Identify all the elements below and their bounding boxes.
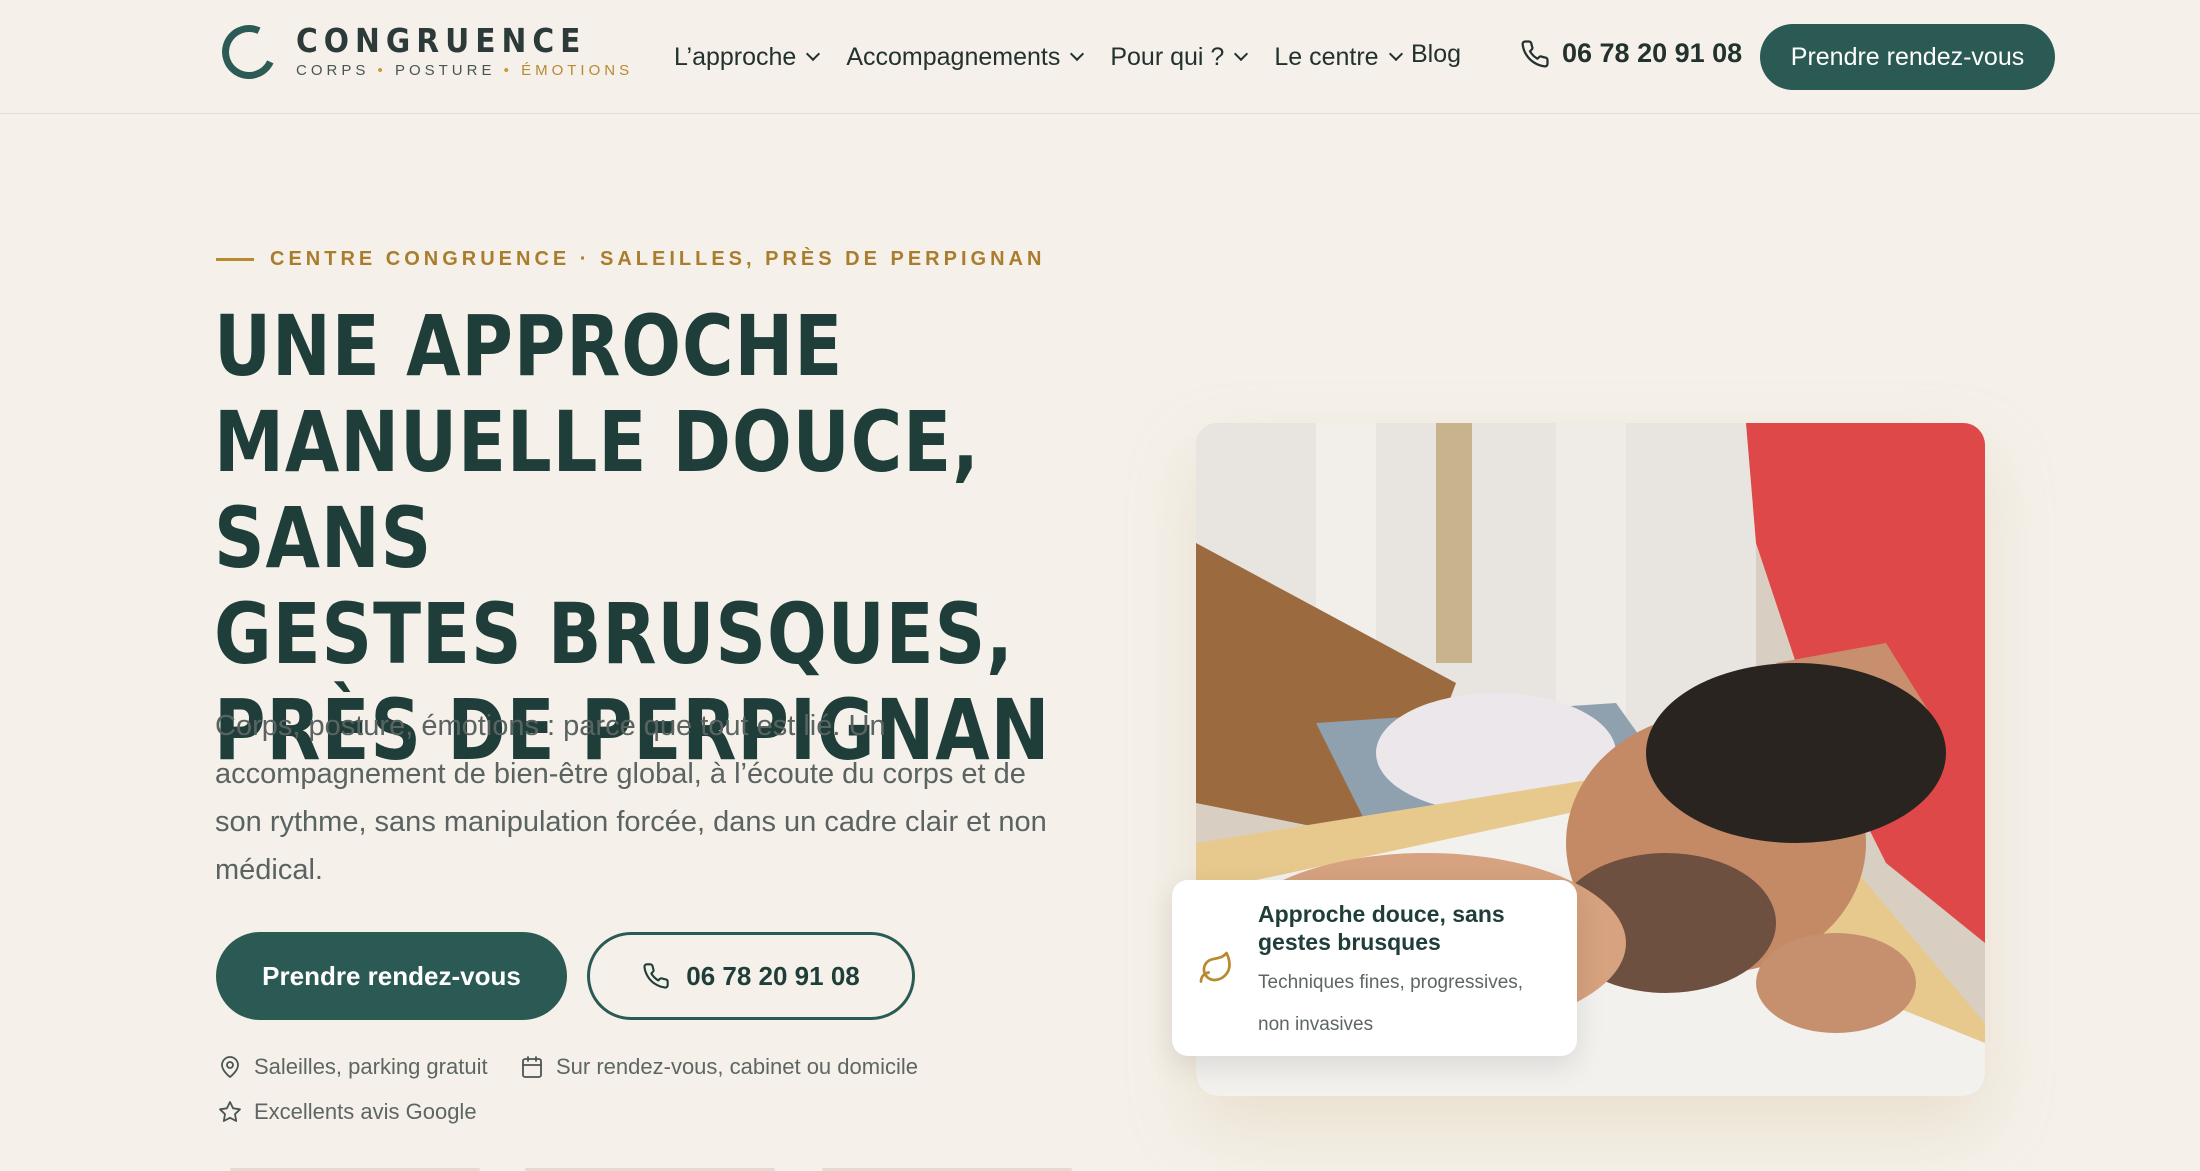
nav-item-accompagnements[interactable]: Accompagnements (846, 42, 1085, 72)
nav-item-label: Pour qui ? (1110, 42, 1225, 71)
meta-location: Saleilles, parking gratuit (218, 1054, 488, 1080)
nav-item-pour-qui[interactable]: Pour qui ? (1110, 42, 1249, 72)
card-subtitle: Techniques fines, progressives, non inva… (1258, 972, 1524, 1035)
chevron-down-icon (806, 46, 821, 62)
star-icon (219, 1101, 241, 1122)
logo-ring-icon (214, 17, 284, 87)
hero-eyebrow: CENTRE CONGRUENCE · SALEILLES, PRÈS DE P… (216, 248, 1045, 271)
card-title: Approche douce, sans gestes brusques (1258, 901, 1505, 955)
site-header: CONGRUENCE CORPS • POSTURE • ÉMOTIONS L’… (0, 0, 2200, 114)
main-nav: L’approche Accompagnements Pour qui ? Le… (674, 40, 1429, 74)
meta-reviews-text: Excellents avis Google (254, 1099, 477, 1124)
header-phone-number: 06 78 20 91 08 (1562, 38, 1743, 68)
brand-tag-corps: CORPS (296, 62, 370, 79)
phone-icon (1521, 39, 1549, 67)
tag-separator: • (503, 62, 513, 79)
meta-schedule: Sur rendez-vous, cabinet ou domicile (520, 1054, 918, 1080)
hero-title-line: UNE APPROCHE (214, 297, 844, 395)
hero-description: Corps, posture, émotions : parce que tou… (215, 710, 1047, 886)
logo-text: CONGRUENCE CORPS • POSTURE • ÉMOTIONS (296, 23, 633, 81)
hero-title-line: MANUELLE DOUCE, SANS (214, 393, 980, 587)
meta-reviews: Excellents avis Google (218, 1099, 477, 1125)
eyebrow-line (216, 258, 254, 261)
hero-appointment-button[interactable]: Prendre rendez-vous (216, 932, 567, 1020)
brand-tagline: CORPS • POSTURE • ÉMOTIONS (296, 61, 633, 81)
chevron-down-icon (1388, 46, 1403, 62)
brand-name: CONGRUENCE (296, 21, 587, 60)
hero-phone-number: 06 78 20 91 08 (686, 960, 860, 991)
nav-item-label: L’approche (674, 42, 797, 71)
map-pin-icon (221, 1056, 239, 1078)
nav-item-le-centre[interactable]: Le centre (1274, 42, 1403, 72)
hero-title-line: GESTES BRUSQUES, (214, 585, 1014, 683)
header-appointment-button[interactable]: Prendre rendez-vous (1760, 24, 2055, 90)
calendar-icon (522, 1056, 542, 1078)
brand-tag-posture: POSTURE (394, 62, 496, 79)
eyebrow-text: CENTRE CONGRUENCE · SALEILLES, PRÈS DE P… (270, 248, 1046, 270)
nav-item-label: Le centre (1274, 42, 1379, 71)
feature-card: Approche douce, sans gestes brusques Tec… (1172, 880, 1577, 1056)
nav-item-label: Accompagnements (846, 42, 1061, 71)
chevron-down-icon (1070, 46, 1085, 62)
meta-location-text: Saleilles, parking gratuit (254, 1054, 488, 1079)
header-phone-link[interactable]: 06 78 20 91 08 (1520, 38, 1742, 69)
nav-item-approche[interactable]: L’approche (674, 42, 821, 72)
logo[interactable]: CONGRUENCE CORPS • POSTURE • ÉMOTIONS (214, 17, 633, 87)
leaf-icon (1199, 951, 1231, 983)
brand-tag-emotions: ÉMOTIONS (521, 62, 634, 79)
tag-separator: • (377, 62, 387, 79)
nav-item-blog[interactable]: Blog (1411, 40, 1461, 69)
meta-schedule-text: Sur rendez-vous, cabinet ou domicile (556, 1054, 918, 1079)
hero-phone-button[interactable]: 06 78 20 91 08 (587, 932, 915, 1020)
phone-icon (643, 963, 669, 989)
chevron-down-icon (1234, 46, 1249, 62)
